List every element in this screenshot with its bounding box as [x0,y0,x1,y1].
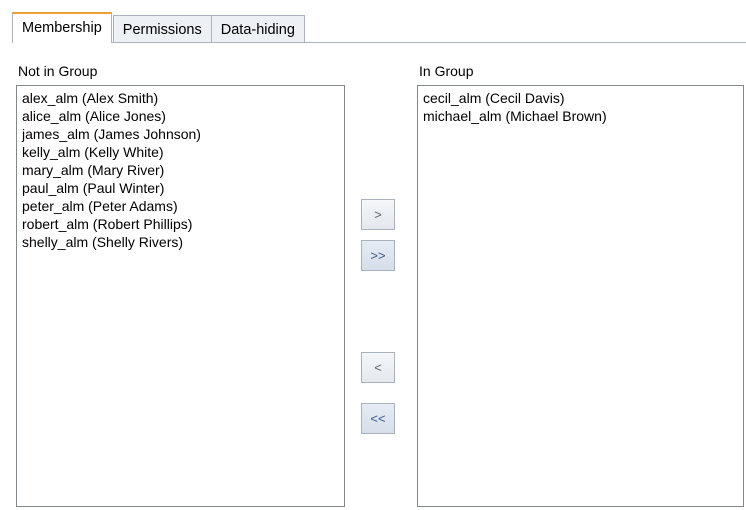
list-item[interactable]: alice_alm (Alice Jones) [22,107,339,125]
list-item[interactable]: james_alm (James Johnson) [22,125,339,143]
add-all-button[interactable]: >> [361,240,395,271]
not-in-group-list[interactable]: alex_alm (Alex Smith) alice_alm (Alice J… [16,85,345,507]
tab-data-hiding[interactable]: Data-hiding [210,15,305,43]
list-item[interactable]: shelly_alm (Shelly Rivers) [22,233,339,251]
list-item[interactable]: kelly_alm (Kelly White) [22,143,339,161]
list-item[interactable]: michael_alm (Michael Brown) [423,107,738,125]
tab-permissions[interactable]: Permissions [112,15,212,43]
add-one-button[interactable]: > [361,199,395,230]
membership-panel: Membership Permissions Data-hiding Not i… [0,0,746,510]
tab-membership[interactable]: Membership [12,12,112,43]
list-item[interactable]: peter_alm (Peter Adams) [22,197,339,215]
not-in-group-label: Not in Group [18,63,98,79]
tab-strip: Membership Permissions Data-hiding [12,12,305,43]
list-item[interactable]: mary_alm (Mary River) [22,161,339,179]
list-item[interactable]: paul_alm (Paul Winter) [22,179,339,197]
list-item[interactable]: cecil_alm (Cecil Davis) [423,89,738,107]
list-item[interactable]: robert_alm (Robert Phillips) [22,215,339,233]
remove-all-button[interactable]: << [361,403,395,434]
list-item[interactable]: alex_alm (Alex Smith) [22,89,339,107]
in-group-label: In Group [419,63,474,79]
remove-one-button[interactable]: < [361,352,395,383]
in-group-list[interactable]: cecil_alm (Cecil Davis) michael_alm (Mic… [417,85,744,507]
tab-divider [12,42,746,43]
